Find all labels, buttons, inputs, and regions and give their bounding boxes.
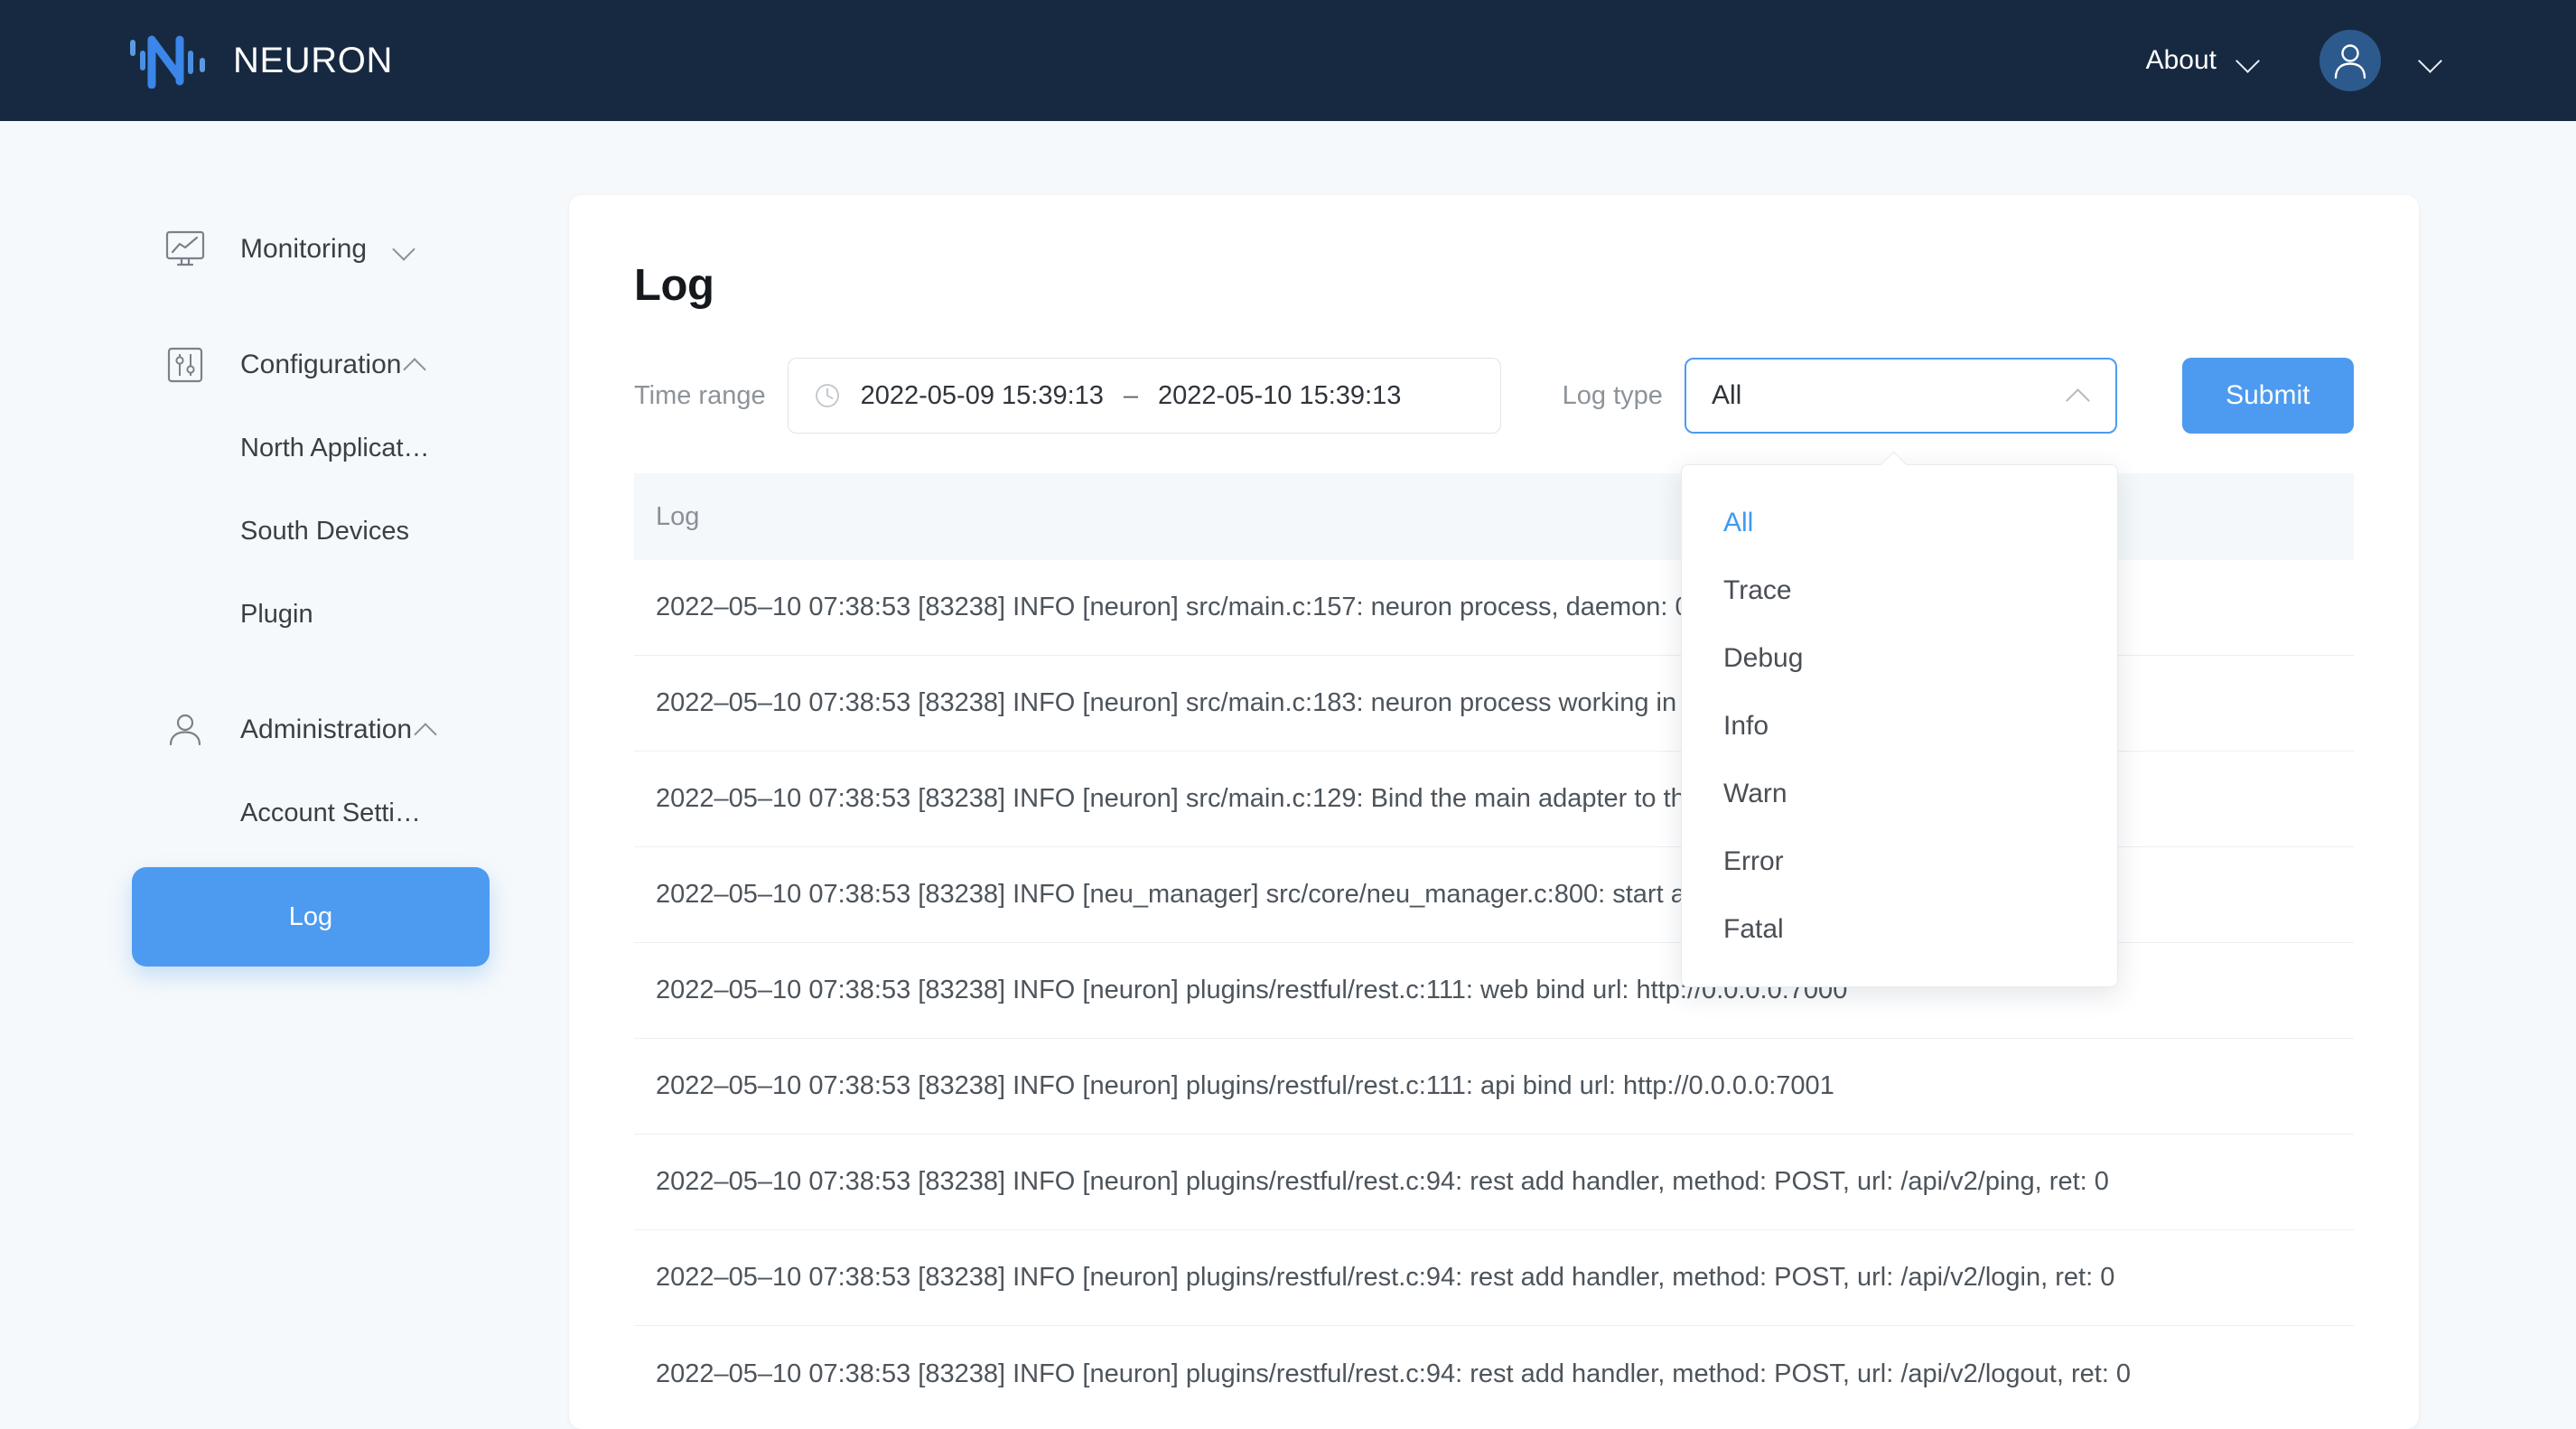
sidebar-item-log[interactable]: Log [132,867,490,967]
sidebar-item-plugin[interactable]: Plugin [0,573,569,656]
sidebar-item-label: Monitoring [240,234,368,264]
table-row[interactable]: 2022–05–10 07:38:53 [83238] INFO [neuron… [634,1135,2354,1230]
submit-button[interactable]: Submit [2181,358,2354,434]
time-range-end: 2022-05-10 15:39:13 [1158,380,1402,410]
log-entry-text: 2022–05–10 07:38:53 [83238] INFO [neuron… [656,688,1806,718]
log-entry-text: 2022–05–10 07:38:53 [83238] INFO [neuron… [656,1167,2109,1197]
time-range-start: 2022-05-09 15:39:13 [860,380,1104,410]
filter-toolbar: Time range 2022-05-09 15:39:13 – 2022-05… [634,358,2354,434]
sidebar-item-configuration[interactable]: Configuration [0,323,569,406]
sidebar-item-south-devices[interactable]: South Devices [0,490,569,573]
sliders-icon [163,342,208,388]
user-avatar-icon[interactable] [2319,30,2381,91]
neuron-logo-icon [130,33,210,89]
time-range-input[interactable]: 2022-05-09 15:39:13 – 2022-05-10 15:39:1… [787,358,1501,434]
page-title: Log [634,261,714,310]
log-type-option-all[interactable]: All [1682,489,2117,556]
log-type-option-fatal[interactable]: Fatal [1682,895,2117,963]
log-type-select[interactable]: All [1684,358,2117,434]
chevron-up-icon [415,719,437,741]
chevron-down-icon [394,238,415,260]
monitor-chart-icon [163,227,208,272]
log-entry-text: 2022–05–10 07:38:53 [83238] INFO [neuron… [656,1359,2132,1388]
sidebar-group-configuration: Configuration North Applicat… South Devi… [0,323,569,656]
log-entry-text: 2022–05–10 07:38:53 [83238] INFO [neuron… [656,1071,1834,1101]
clock-icon [814,382,841,409]
time-range-label: Time range [634,380,766,410]
log-type-option-info[interactable]: Info [1682,692,2117,760]
sidebar: Monitoring Configuration North Applicat…… [0,121,569,1429]
main-content: Log Time range 2022-05-09 15:39:13 – 202… [569,121,2576,1429]
log-type-label: Log type [1562,380,1663,410]
sidebar-group-administration: Administration Account Setti… Log [0,688,569,967]
chevron-up-icon [2067,384,2090,407]
time-range-separator: – [1123,380,1139,410]
sidebar-item-account-settings[interactable]: Account Setti… [0,771,569,855]
log-type-option-trace[interactable]: Trace [1682,556,2117,624]
brand[interactable]: NEURON [130,33,393,89]
log-type-option-debug[interactable]: Debug [1682,624,2117,692]
log-type-option-error[interactable]: Error [1682,827,2117,895]
log-type-selected-value: All [1711,380,1742,410]
log-type-dropdown-menu: All Trace Debug Info Warn Error Fatal [1681,464,2118,987]
brand-name: NEURON [233,41,393,80]
log-column-header: Log [656,501,700,531]
top-navbar: NEURON About [0,0,2576,121]
navbar-right: About [2141,30,2442,91]
user-menu-chevron-down-icon[interactable] [2419,49,2442,72]
log-card: Log Time range 2022-05-09 15:39:13 – 202… [569,195,2419,1429]
sidebar-item-label: Configuration [240,350,402,379]
sidebar-item-label: Administration [240,714,413,744]
log-entry-text: 2022–05–10 07:38:53 [83238] INFO [neuron… [656,976,1848,1005]
sidebar-item-administration[interactable]: Administration [0,688,569,771]
log-entry-text: 2022–05–10 07:38:53 [83238] INFO [neuron… [656,1263,2115,1293]
log-type-option-warn[interactable]: Warn [1682,760,2117,827]
about-menu[interactable]: About [2141,36,2265,85]
chevron-down-icon [2236,49,2260,72]
about-label: About [2145,45,2217,75]
sidebar-group-monitoring: Monitoring [0,208,569,291]
table-row[interactable]: 2022–05–10 07:38:53 [83238] INFO [neuron… [634,1039,2354,1135]
table-row[interactable]: 2022–05–10 07:38:53 [83238] INFO [neuron… [634,1230,2354,1326]
user-icon [163,707,208,752]
sidebar-item-north-applications[interactable]: North Applicat… [0,406,569,490]
table-row[interactable]: 2022–05–10 07:38:53 [83238] INFO [neuron… [634,1326,2354,1422]
chevron-up-icon [405,354,426,376]
sidebar-item-monitoring[interactable]: Monitoring [0,208,569,291]
